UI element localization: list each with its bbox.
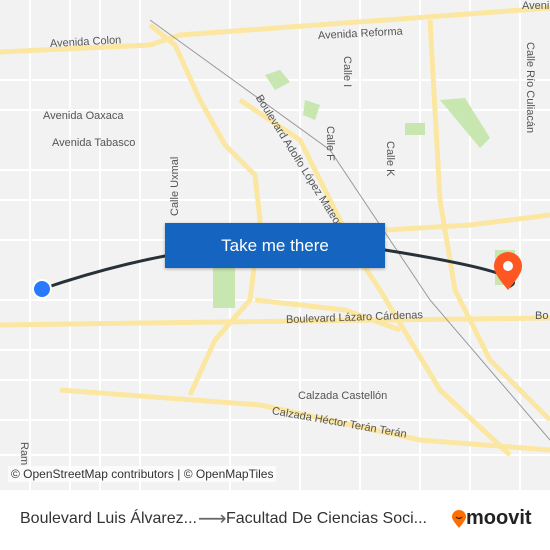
street-label: Calle Uxmal bbox=[169, 156, 181, 216]
origin-name: Boulevard Luis Álvarez... bbox=[20, 510, 197, 527]
moovit-pin-icon bbox=[452, 509, 466, 528]
street-label: Aveni bbox=[522, 0, 550, 12]
street-label: Calle F bbox=[324, 126, 336, 161]
origin-marker bbox=[32, 279, 52, 299]
street-label: Avenida Oaxaca bbox=[43, 110, 124, 122]
map[interactable]: Avenida Colon Avenida Reforma Aveni Aven… bbox=[0, 0, 550, 490]
street-label: Bo bbox=[535, 310, 549, 322]
street-label: Calle I bbox=[341, 56, 353, 88]
take-me-there-button[interactable]: Take me there bbox=[165, 223, 385, 268]
moovit-logo: moovit bbox=[452, 507, 532, 530]
moovit-wordmark: moovit bbox=[466, 507, 532, 529]
arrow-right-icon: ⟶ bbox=[198, 508, 227, 530]
destination-name: Facultad De Ciencias Soci... bbox=[226, 510, 427, 527]
street-label: Calle K bbox=[384, 141, 396, 177]
street-label: Calle Río Culiacán bbox=[524, 42, 536, 134]
footer: Boulevard Luis Álvarez... ⟶ Facultad De … bbox=[0, 490, 550, 550]
map-attribution[interactable]: © OpenStreetMap contributors | © OpenMap… bbox=[8, 466, 277, 482]
street-label: Avenida Tabasco bbox=[52, 137, 136, 149]
street-label: Calzada Castellón bbox=[298, 390, 388, 402]
street-label: Ram bbox=[18, 442, 30, 466]
